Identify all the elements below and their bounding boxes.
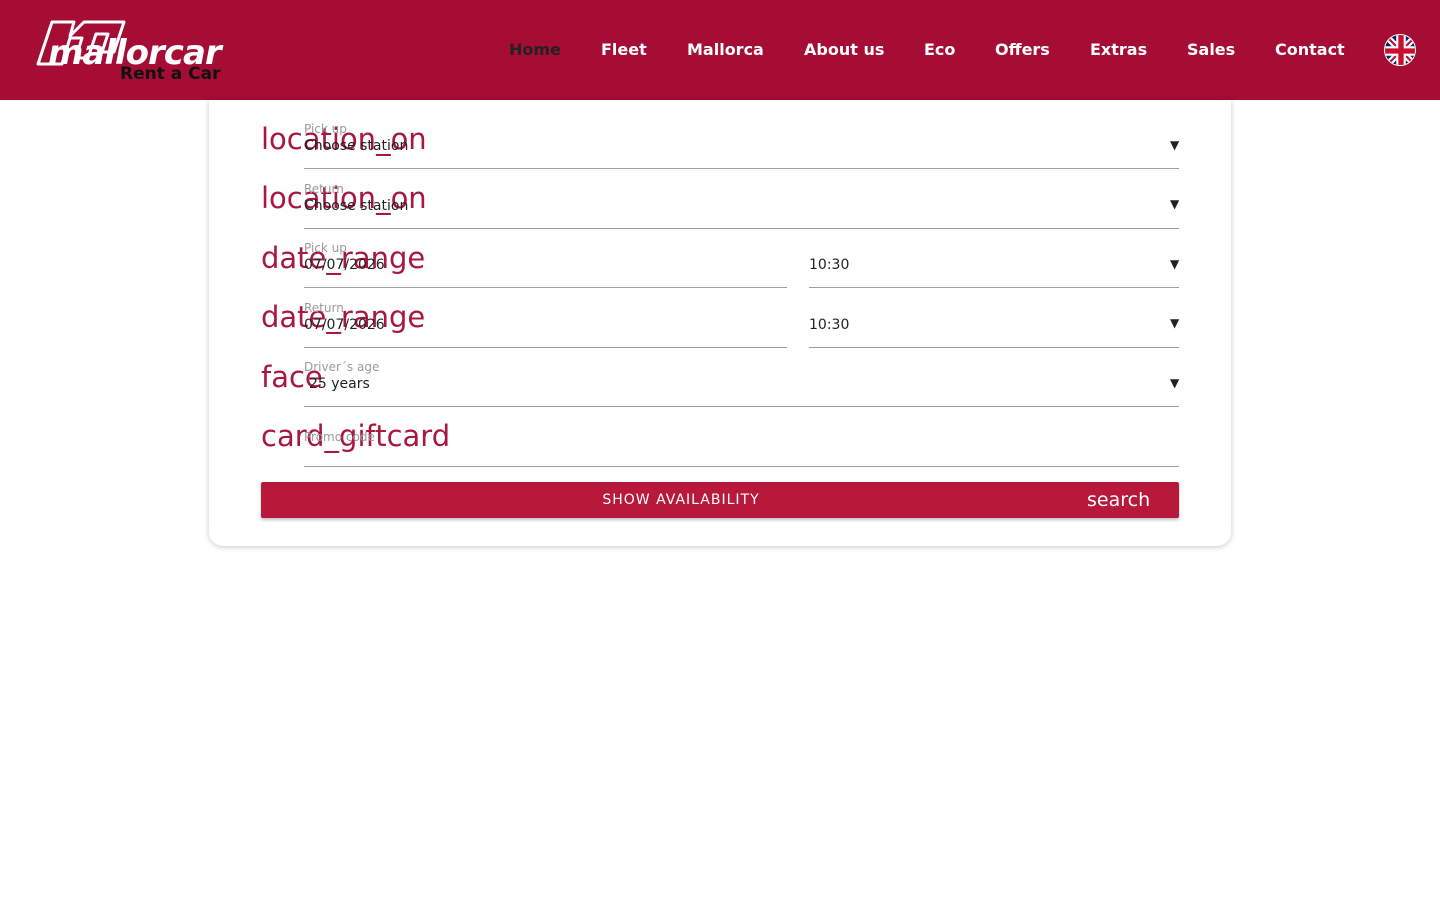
field-underline	[304, 228, 1179, 229]
pickup-station-select[interactable]: Pick up Choose station ▼	[304, 120, 1179, 169]
pickup-time-select[interactable]: 10:30 ▼	[809, 239, 1179, 288]
chevron-down-icon: ▼	[1170, 316, 1180, 330]
nav-about-us[interactable]: About us	[804, 38, 884, 62]
driver-age-select[interactable]: Driver´s age 25 years ▼	[304, 358, 1179, 407]
field-underline	[809, 347, 1179, 348]
return-station-select[interactable]: Return Choose station ▼	[304, 180, 1179, 229]
nav-mallorca[interactable]: Mallorca	[687, 38, 764, 62]
chevron-down-icon: ▼	[1170, 138, 1180, 152]
nav-offers[interactable]: Offers	[995, 38, 1050, 62]
pickup-station-value: Choose station	[304, 138, 409, 154]
driver-age-label: Driver´s age	[304, 360, 380, 374]
show-availability-button[interactable]: SHOW AVAILABILITY search	[261, 482, 1179, 518]
logo-tagline: Rent a Car	[120, 64, 221, 84]
chevron-down-icon: ▼	[1170, 197, 1180, 211]
field-underline	[809, 287, 1179, 288]
nav-sales[interactable]: Sales	[1187, 38, 1235, 62]
field-underline	[304, 168, 1179, 169]
promo-code-input[interactable]: Promo code	[304, 418, 1179, 467]
top-navigation-bar: mallorcar Rent a Car Home Fleet Mallorca…	[0, 0, 1440, 100]
driver-age-value: 25 years	[309, 376, 370, 392]
return-time-select[interactable]: 10:30 ▼	[809, 299, 1179, 348]
field-underline	[304, 466, 1179, 467]
pickup-time-value: 10:30	[809, 257, 850, 273]
field-underline	[304, 406, 1179, 407]
return-date-input[interactable]: Return 07/07/2026	[304, 299, 787, 348]
mallorcar-logo[interactable]: mallorcar Rent a Car	[30, 18, 230, 84]
chevron-down-icon: ▼	[1170, 257, 1180, 271]
show-availability-label: SHOW AVAILABILITY	[602, 492, 760, 508]
pickup-date-input[interactable]: Pick up 07/07/2026	[304, 239, 787, 288]
nav-contact[interactable]: Contact	[1275, 38, 1345, 62]
field-underline	[304, 347, 787, 348]
promo-code-placeholder: Promo code	[304, 430, 375, 444]
nav-extras[interactable]: Extras	[1090, 38, 1147, 62]
return-time-value: 10:30	[809, 317, 850, 333]
return-station-label: Return	[304, 182, 344, 196]
pickup-station-label: Pick up	[304, 122, 347, 136]
uk-flag-icon[interactable]	[1384, 34, 1416, 66]
field-underline	[304, 287, 787, 288]
return-station-value: Choose station	[304, 198, 409, 214]
nav-fleet[interactable]: Fleet	[601, 38, 647, 62]
search-icon: search	[1087, 489, 1151, 511]
return-date-label: Return	[304, 301, 344, 315]
chevron-down-icon: ▼	[1170, 376, 1180, 390]
pickup-date-value: 07/07/2026	[304, 257, 385, 273]
nav-home[interactable]: Home	[509, 38, 561, 62]
return-date-value: 07/07/2026	[304, 317, 385, 333]
nav-eco[interactable]: Eco	[924, 38, 955, 62]
pickup-date-label: Pick up	[304, 241, 347, 255]
